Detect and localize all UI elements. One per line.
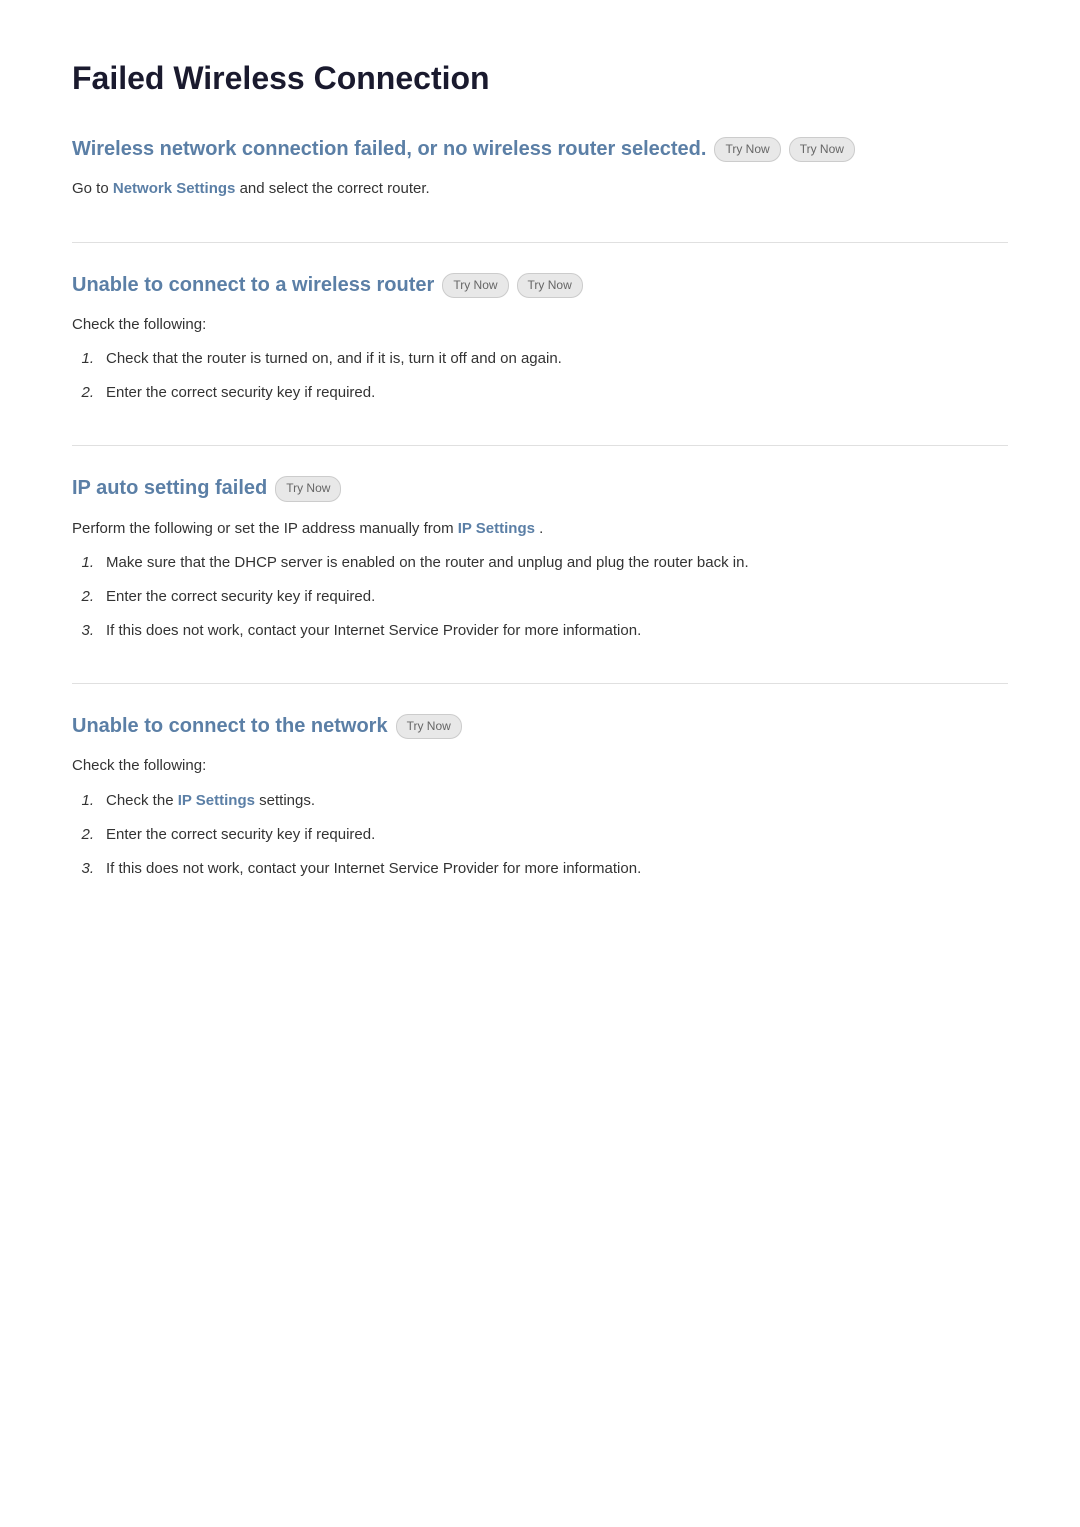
section-unable-connect-network: Unable to connect to the network Try Now… [72,714,1008,881]
section-title-unable-connect-router: Unable to connect to a wireless router T… [72,273,1008,298]
list-item: 2. Enter the correct security key if req… [72,585,1008,609]
list-item-text: Make sure that the DHCP server is enable… [106,551,749,575]
section-heading-text: Wireless network connection failed, or n… [72,138,706,161]
section-heading-text-4: Unable to connect to the network [72,715,388,738]
try-now-button-2a[interactable]: Try Now [442,273,508,298]
body-text-select-router: and select the correct router. [240,180,430,197]
list-num: 1. [72,789,94,813]
list-num: 3. [72,619,94,643]
try-now-button-4a[interactable]: Try Now [396,714,462,739]
list-num: 2. [72,381,94,405]
section-heading-text-3: IP auto setting failed [72,477,267,500]
list-item-text: If this does not work, contact your Inte… [106,857,641,881]
list-item: 1. Check that the router is turned on, a… [72,347,1008,371]
list-item-text: If this does not work, contact your Inte… [106,619,641,643]
list-text-after: settings. [259,792,315,809]
section-title-wireless-network-failed: Wireless network connection failed, or n… [72,137,1008,162]
list-text-before-link: Check the [106,792,174,809]
try-now-button-3a[interactable]: Try Now [275,476,341,501]
list-item-text: Enter the correct security key if requir… [106,381,375,405]
router-steps-list: 1. Check that the router is turned on, a… [72,347,1008,405]
section-body-unable-connect-network: Check the following: 1. Check the IP Set… [72,753,1008,881]
check-following-intro-2: Check the following: [72,753,1008,779]
try-now-button-2b[interactable]: Try Now [517,273,583,298]
section-unable-connect-router: Unable to connect to a wireless router T… [72,273,1008,406]
list-item: 1. Check the IP Settings settings. [72,789,1008,813]
divider-1 [72,242,1008,243]
section-body-unable-connect-router: Check the following: 1. Check that the r… [72,312,1008,406]
section-title-unable-connect-network: Unable to connect to the network Try Now [72,714,1008,739]
section-body-wireless-network-failed: Go to Network Settings and select the co… [72,176,1008,202]
section-title-ip-auto-setting: IP auto setting failed Try Now [72,476,1008,501]
list-item-text: Check that the router is turned on, and … [106,347,562,371]
body-text-period: . [539,520,543,537]
section-ip-auto-setting-failed: IP auto setting failed Try Now Perform t… [72,476,1008,643]
divider-2 [72,445,1008,446]
section-heading-text-2: Unable to connect to a wireless router [72,274,434,297]
body-text-go-to: Go to [72,180,109,197]
list-item: 3. If this does not work, contact your I… [72,619,1008,643]
list-item: 2. Enter the correct security key if req… [72,381,1008,405]
ip-settings-link-2[interactable]: IP Settings [178,792,255,809]
list-num: 2. [72,823,94,847]
try-now-button-1b[interactable]: Try Now [789,137,855,162]
section-body-ip-auto-setting: Perform the following or set the IP addr… [72,516,1008,644]
ip-steps-list: 1. Make sure that the DHCP server is ena… [72,551,1008,643]
list-num: 1. [72,347,94,371]
network-settings-link[interactable]: Network Settings [113,180,236,197]
list-item: 3. If this does not work, contact your I… [72,857,1008,881]
list-item-text: Enter the correct security key if requir… [106,823,375,847]
list-item-text: Enter the correct security key if requir… [106,585,375,609]
check-following-intro: Check the following: [72,312,1008,338]
list-item-text: Check the IP Settings settings. [106,789,315,813]
list-item: 1. Make sure that the DHCP server is ena… [72,551,1008,575]
try-now-button-1a[interactable]: Try Now [714,137,780,162]
section-wireless-network-failed: Wireless network connection failed, or n… [72,137,1008,202]
list-item: 2. Enter the correct security key if req… [72,823,1008,847]
body-text-perform: Perform the following or set the IP addr… [72,520,454,537]
network-steps-list: 1. Check the IP Settings settings. 2. En… [72,789,1008,881]
divider-3 [72,683,1008,684]
page-title: Failed Wireless Connection [72,60,1008,97]
list-num: 2. [72,585,94,609]
list-num: 1. [72,551,94,575]
ip-settings-link-1[interactable]: IP Settings [458,520,535,537]
list-num: 3. [72,857,94,881]
